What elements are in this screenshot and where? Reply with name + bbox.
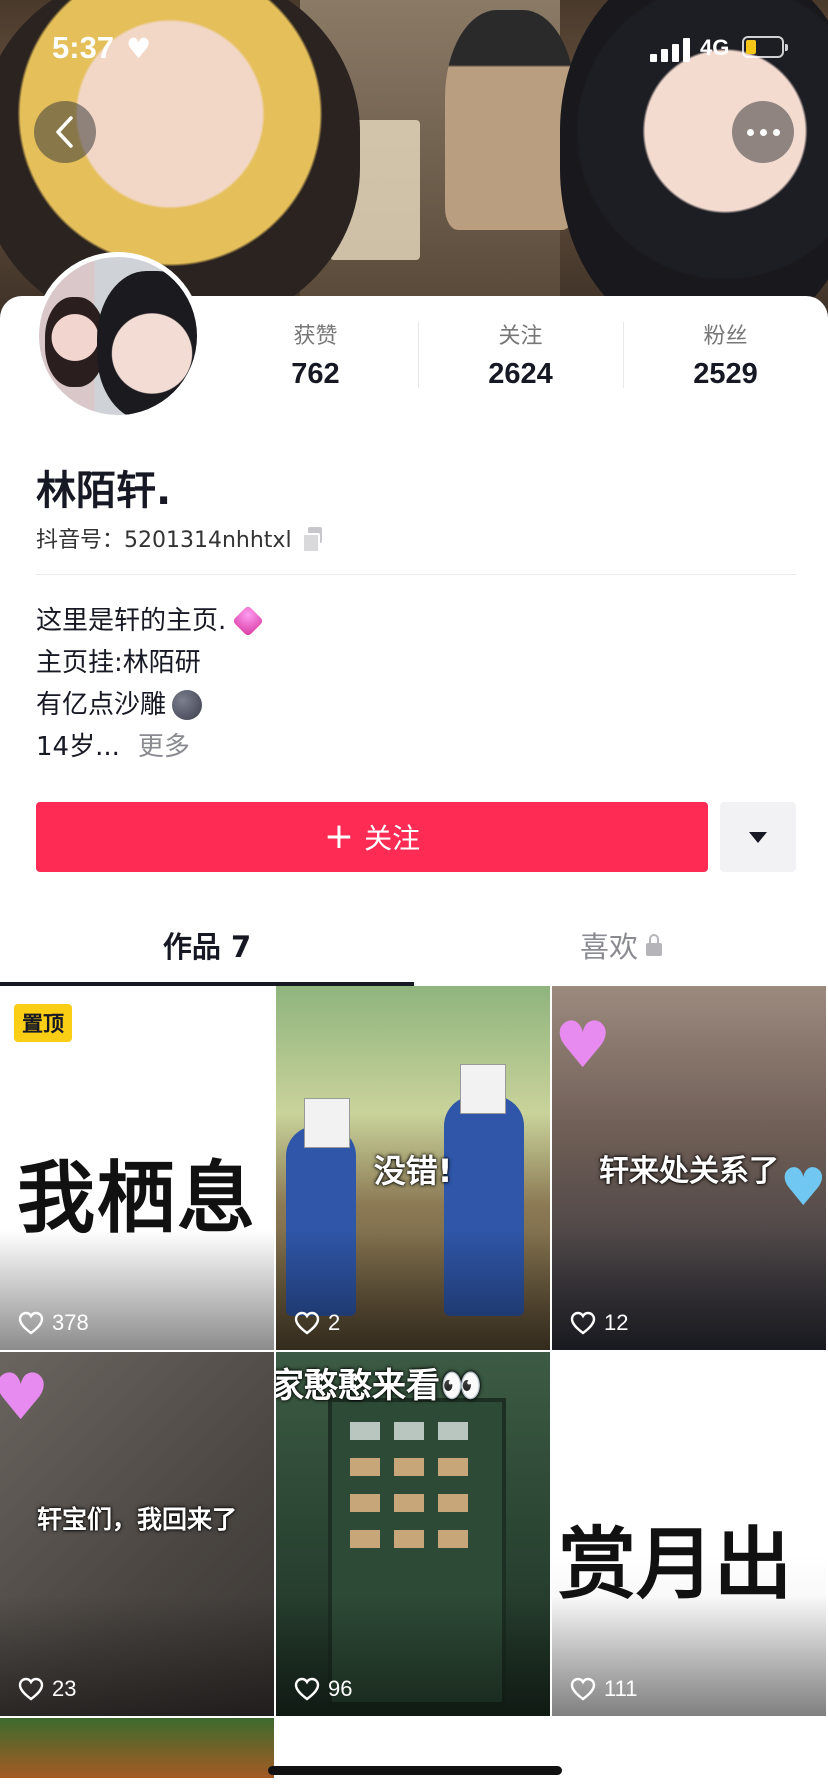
sparkling-heart-icon	[232, 605, 265, 637]
profile-stats: 获赞 762 关注 2624 粉丝 2529	[213, 316, 828, 392]
more-options-button[interactable]	[732, 101, 794, 163]
home-indicator	[268, 1766, 562, 1775]
video-thumbnail[interactable]: 赏月出 111	[552, 1352, 826, 1716]
video-likes: 378	[18, 1310, 89, 1336]
stat-value: 2529	[693, 358, 758, 390]
heart-sticker-icon: ♥	[554, 1009, 612, 1083]
tab-label: 喜欢	[579, 930, 638, 964]
video-thumbnail[interactable]: 没错! 2	[276, 986, 550, 1350]
tab-label: 作品 7	[162, 930, 252, 964]
video-caption: 轩来处关系了	[599, 1154, 779, 1189]
follow-label: 关注	[364, 822, 421, 855]
tab-likes[interactable]: 喜欢	[414, 906, 828, 986]
video-likes: 2	[294, 1310, 340, 1336]
recommend-dropdown-button[interactable]	[720, 802, 796, 872]
video-likes: 96	[294, 1676, 352, 1702]
video-caption: 家憨憨来看👀	[276, 1366, 483, 1406]
profile-name: 林陌轩.	[36, 468, 172, 514]
bio-line: 这里是轩的主页.	[36, 606, 227, 636]
bio-line: 主页挂:林陌研	[36, 648, 201, 678]
video-thumbnail[interactable]: 家憨憨来看👀 96	[276, 1352, 550, 1716]
plus-icon: +	[323, 816, 355, 857]
lock-icon	[646, 933, 662, 956]
stat-following[interactable]: 关注 2624	[418, 316, 623, 392]
heart-outline-icon	[294, 1677, 320, 1701]
signal-icon	[650, 38, 694, 62]
heart-outline-icon	[570, 1311, 596, 1335]
status-bar: 5:37 ♥ 4G	[0, 0, 828, 96]
likes-count: 111	[604, 1676, 638, 1701]
heart-outline-icon	[570, 1677, 596, 1701]
stat-label: 获赞	[293, 324, 338, 349]
copy-icon[interactable]	[301, 527, 324, 553]
video-caption: 没错!	[373, 1152, 453, 1190]
battery-icon	[742, 36, 788, 58]
heart-outline-icon	[18, 1677, 44, 1701]
bio-line: 有亿点沙雕	[36, 690, 167, 720]
video-thumbnail[interactable]: ♥ 轩宝们，我回来了 23	[0, 1352, 274, 1716]
chevron-left-icon	[56, 116, 73, 148]
likes-count: 96	[328, 1676, 353, 1701]
bio-line: 14岁...	[36, 732, 120, 762]
douyin-id-row: 抖音号：5201314nhhtxl	[36, 522, 324, 554]
tab-works[interactable]: 作品 7	[0, 906, 414, 986]
video-likes: 23	[18, 1676, 76, 1702]
video-likes: 12	[570, 1310, 628, 1336]
profile-bio: 这里是轩的主页. 主页挂:林陌研 有亿点沙雕 14岁... 更多	[36, 600, 265, 768]
heart-outline-icon	[294, 1311, 320, 1335]
douyin-id: 抖音号：5201314nhhtxl	[36, 528, 292, 553]
bio-more-link[interactable]: 更多	[138, 726, 190, 768]
heart-sticker-icon: ♥	[0, 1361, 50, 1435]
profile-tabs: 作品 7 喜欢	[0, 906, 828, 986]
network-label: 4G	[700, 35, 730, 60]
follow-button[interactable]: + 关注	[36, 802, 708, 872]
likes-count: 2	[328, 1310, 341, 1335]
avatar[interactable]	[34, 252, 202, 420]
stat-value: 2624	[488, 358, 553, 390]
likes-count: 23	[52, 1676, 77, 1701]
video-caption: 轩宝们，我回来了	[36, 1505, 237, 1534]
video-thumbnail[interactable]: 置顶 我栖息 378	[0, 986, 274, 1350]
stat-label: 粉丝	[703, 324, 748, 349]
likes-count: 378	[52, 1310, 89, 1335]
pinned-badge: 置顶	[14, 1004, 72, 1042]
stat-likes[interactable]: 获赞 762	[213, 316, 418, 392]
new-moon-face-icon	[172, 690, 203, 720]
likes-count: 12	[604, 1310, 629, 1335]
video-thumbnail[interactable]	[0, 1718, 274, 1778]
stat-followers[interactable]: 粉丝 2529	[623, 316, 828, 392]
ellipsis-icon	[746, 128, 780, 136]
back-button[interactable]	[34, 101, 96, 163]
stat-value: 762	[291, 358, 340, 390]
heart-icon: ♥	[126, 32, 152, 65]
triangle-down-icon	[749, 831, 767, 843]
status-time: 5:37	[52, 30, 115, 65]
video-likes: 111	[570, 1676, 637, 1702]
divider	[36, 574, 796, 575]
video-thumbnail[interactable]: ♥ ♥ 轩来处关系了 12	[552, 986, 826, 1350]
heart-outline-icon	[18, 1311, 44, 1335]
stat-label: 关注	[498, 324, 543, 349]
